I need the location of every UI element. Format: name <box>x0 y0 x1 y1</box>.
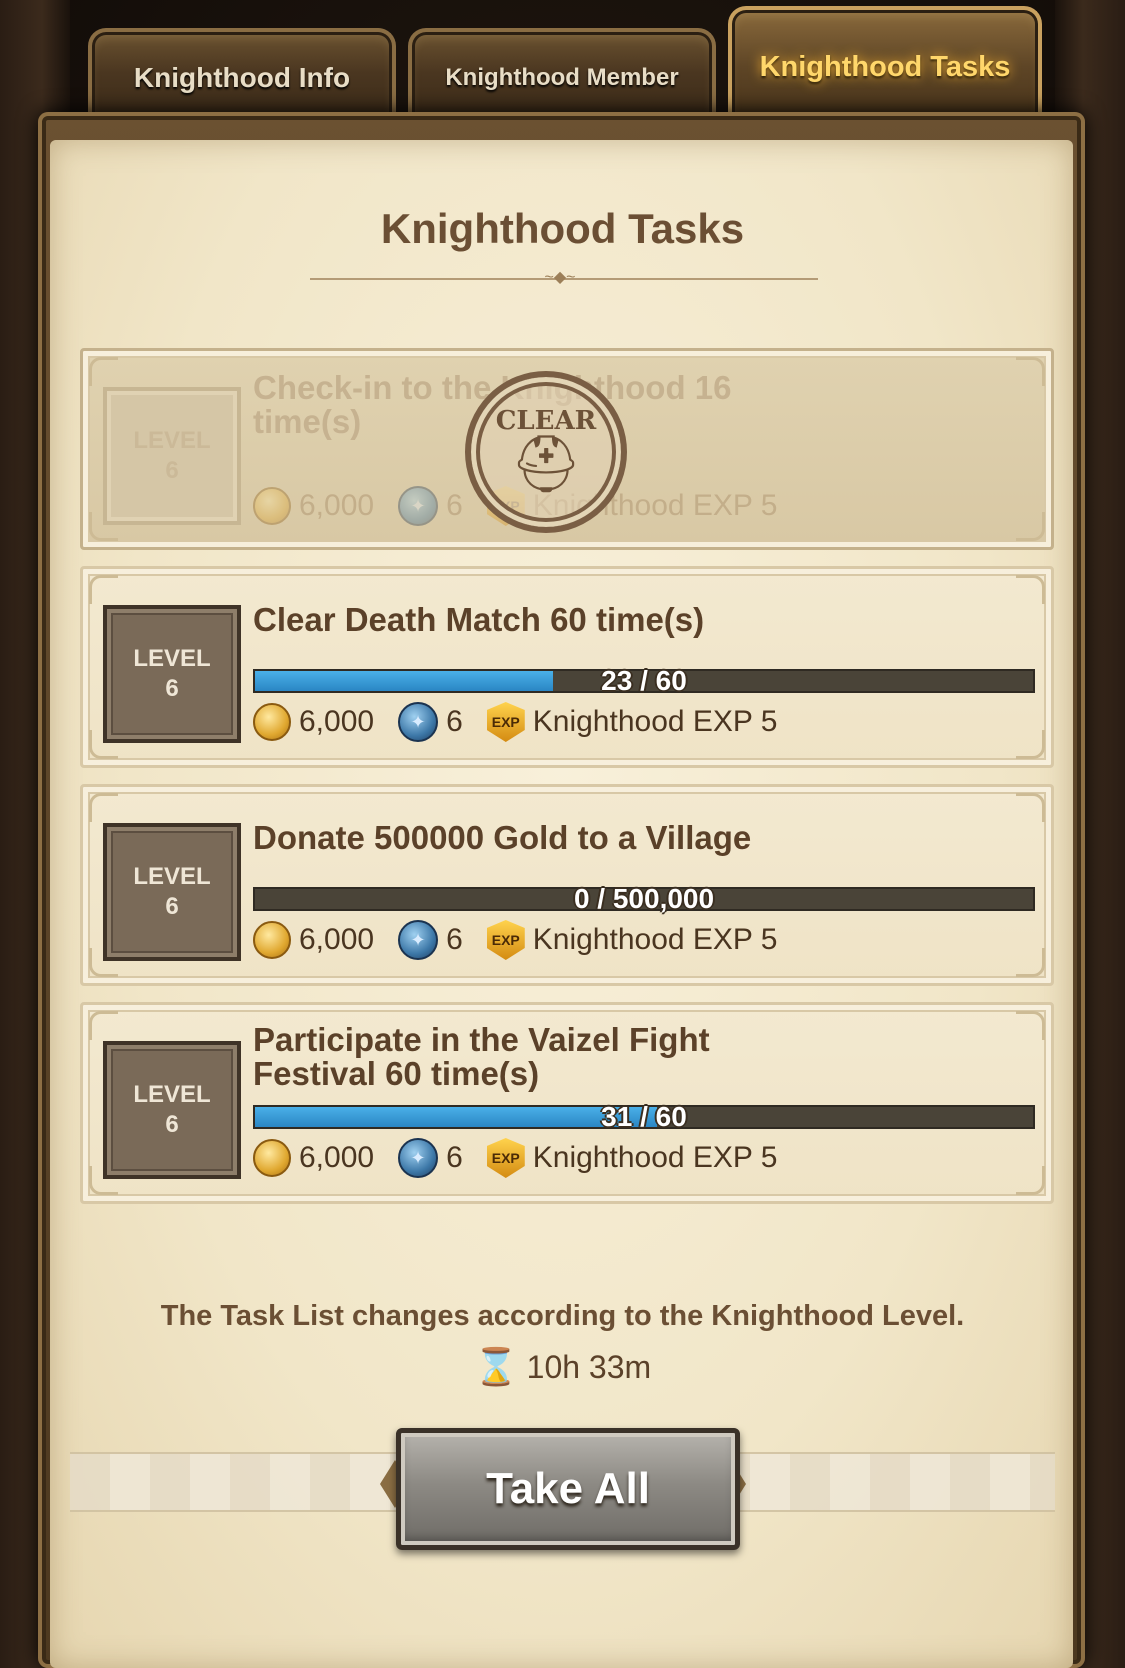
progress-bar: 23 / 60 <box>253 665 1035 696</box>
level-label: LEVEL <box>133 1081 211 1108</box>
helmet-icon: ⛑ <box>510 432 582 495</box>
crest-gem-icon: ✦ <box>398 1138 439 1178</box>
level-value: 6 <box>165 893 179 920</box>
tab-knighthood-info[interactable]: Knighthood Info <box>88 28 396 124</box>
exp-shield-icon: EXP <box>486 702 525 742</box>
gold-reward: 6,000 <box>299 705 375 738</box>
task-card-death-match: LEVEL 6 Clear Death Match 60 time(s) 23 … <box>80 566 1054 768</box>
progress-text: 23 / 60 <box>601 665 687 696</box>
task-name: Participate in the Vaizel Fight Festival… <box>253 1021 710 1092</box>
progress-bar: 0 / 500,000 <box>253 883 1035 914</box>
gold-coin-icon <box>253 921 291 959</box>
gem-reward: 6 <box>446 1141 463 1174</box>
tab-label: Knighthood Member <box>445 64 679 91</box>
level-badge: LEVEL 6 <box>103 605 241 743</box>
progress-text: 0 / 500,000 <box>573 883 715 914</box>
gem-reward: 6 <box>446 705 463 738</box>
task-list-note: The Task List changes according to the K… <box>160 1300 965 1332</box>
gold-coin-icon <box>253 1139 291 1177</box>
level-label: LEVEL <box>133 427 211 454</box>
task-card-checkin: LEVEL 6 Check-in to the Knighthood 16 ti… <box>80 348 1054 550</box>
corner-ornament <box>1016 1166 1045 1195</box>
gem-reward: 6 <box>446 923 463 956</box>
hourglass-icon: ⌛ <box>473 1346 519 1387</box>
level-badge: LEVEL 6 <box>103 387 241 525</box>
level-badge: LEVEL 6 <box>103 823 241 961</box>
task-name: Clear Death Match 60 time(s) <box>253 601 705 638</box>
exp-reward: Knighthood EXP 5 <box>532 1141 778 1174</box>
task-rewards: 6,000 ✦ 6 EXP Knighthood EXP 5 <box>253 701 777 743</box>
corner-ornament <box>1016 357 1045 386</box>
corner-ornament <box>89 1011 118 1040</box>
exp-reward: Knighthood EXP 5 <box>532 923 778 956</box>
gold-reward: 6,000 <box>299 489 375 522</box>
task-name: Donate 500000 Gold to a Village <box>253 819 752 856</box>
gold-coin-icon <box>253 487 291 525</box>
level-value: 6 <box>165 1111 179 1138</box>
tab-knighthood-tasks[interactable]: Knighthood Tasks <box>728 6 1042 124</box>
corner-ornament <box>89 575 118 604</box>
gold-coin-icon <box>253 703 291 741</box>
corner-ornament <box>1016 575 1045 604</box>
gem-reward: 6 <box>446 489 463 522</box>
tab-label: Knighthood Tasks <box>759 50 1011 83</box>
progress-bar: 31 / 60 <box>253 1101 1035 1132</box>
corner-ornament <box>1016 512 1045 541</box>
timer-text: 10h 33m <box>526 1348 652 1385</box>
take-all-button[interactable]: Take All <box>396 1428 740 1550</box>
exp-shield-icon: EXP <box>486 920 525 960</box>
tab-knighthood-member[interactable]: Knighthood Member <box>408 28 716 124</box>
task-card-vaizel-festival: LEVEL 6 Participate in the Vaizel Fight … <box>80 1002 1054 1204</box>
corner-ornament <box>89 357 118 386</box>
gold-reward: 6,000 <box>299 923 375 956</box>
title-ornament-icon: ~◆~ <box>544 269 576 286</box>
task-rewards: 6,000 ✦ 6 EXP Knighthood EXP 5 <box>253 1137 777 1179</box>
tab-label: Knighthood Info <box>133 62 351 93</box>
page-title: Knighthood Tasks <box>380 205 745 252</box>
corner-ornament <box>1016 1011 1045 1040</box>
task-rewards: 6,000 ✦ 6 EXP Knighthood EXP 5 <box>253 919 777 961</box>
level-label: LEVEL <box>133 863 211 890</box>
level-value: 6 <box>165 675 179 702</box>
exp-reward: Knighthood EXP 5 <box>532 705 778 738</box>
crest-gem-icon: ✦ <box>398 702 439 742</box>
corner-ornament <box>1016 948 1045 977</box>
level-badge: LEVEL 6 <box>103 1041 241 1179</box>
level-label: LEVEL <box>133 645 211 672</box>
crest-gem-icon: ✦ <box>398 486 439 526</box>
task-card-donate: LEVEL 6 Donate 500000 Gold to a Village … <box>80 784 1054 986</box>
crest-gem-icon: ✦ <box>398 920 439 960</box>
clear-stamp: CLEAR ⛑ <box>465 371 627 533</box>
reset-timer: ⌛ 10h 33m <box>0 1346 1125 1388</box>
level-value: 6 <box>165 457 179 484</box>
progress-text: 31 / 60 <box>601 1101 687 1132</box>
corner-ornament <box>89 793 118 822</box>
gold-reward: 6,000 <box>299 1141 375 1174</box>
corner-ornament <box>1016 730 1045 759</box>
corner-ornament <box>1016 793 1045 822</box>
exp-shield-icon: EXP <box>486 1138 525 1178</box>
